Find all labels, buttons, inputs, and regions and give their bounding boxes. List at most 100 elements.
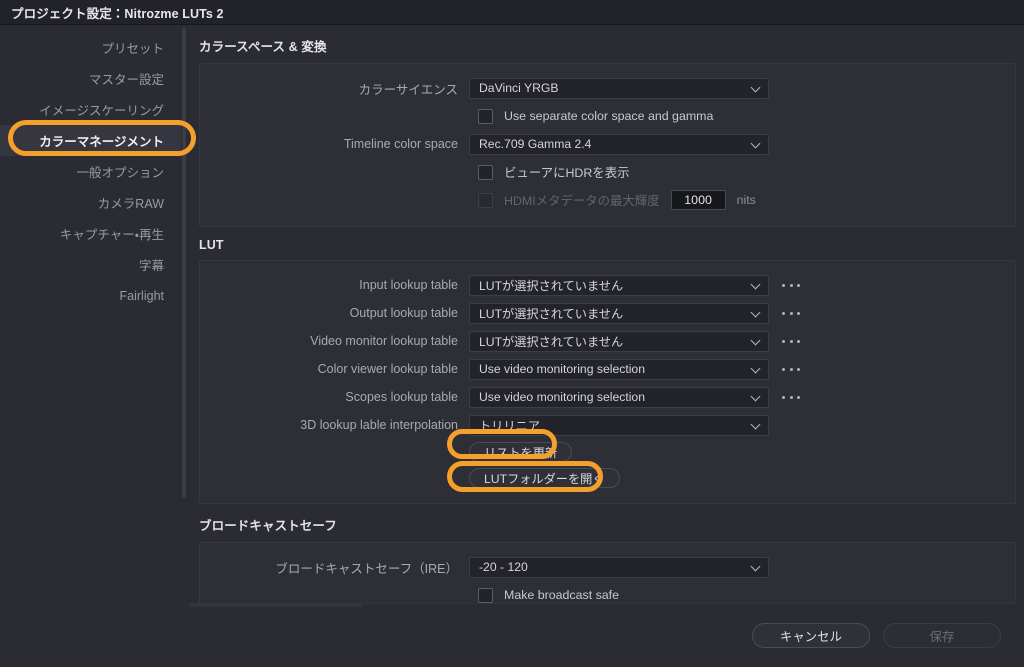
input-lut-select[interactable]: LUTが選択されていません	[469, 274, 769, 296]
chevron-down-icon	[752, 420, 761, 429]
video-monitor-lut-value: LUTが選択されていません	[479, 335, 624, 349]
chevron-down-icon	[752, 280, 761, 289]
chevron-down-icon	[752, 562, 761, 571]
project-settings-window: プロジェクト設定：Nitrozme LUTs 2 プリセット マスター設定 イメ…	[0, 0, 1024, 667]
hdr-viewer-checkbox[interactable]	[478, 164, 493, 180]
panel-broadcast-safe: ブロードキャストセーフ（IRE） -20 - 120 Make broadcas…	[199, 542, 1016, 604]
timeline-color-space-label: Timeline color space	[343, 137, 458, 151]
color-science-label: カラーサイエンス	[358, 82, 458, 97]
broadcast-safe-ire-value: -20 - 120	[479, 560, 528, 574]
scopes-lut-label: Scopes lookup table	[345, 390, 458, 404]
hdmi-max-luminance-input[interactable]: 1000	[670, 190, 726, 210]
output-lut-value: LUTが選択されていません	[479, 307, 624, 321]
sidebar-item-subtitles[interactable]: 字幕	[0, 249, 181, 280]
timeline-color-space-select[interactable]: Rec.709 Gamma 2.4	[469, 133, 769, 155]
scopes-lut-value: Use video monitoring selection	[479, 390, 645, 404]
separate-color-space-label: Use separate color space and gamma	[504, 109, 714, 123]
chevron-down-icon	[752, 308, 761, 317]
timeline-color-space-value: Rec.709 Gamma 2.4	[479, 137, 592, 151]
scopes-lut-select[interactable]: Use video monitoring selection	[469, 386, 769, 408]
panel-colorspace: カラーサイエンス DaVinci YRGB Use separate color…	[199, 63, 1016, 227]
make-broadcast-safe-label: Make broadcast safe	[504, 588, 620, 602]
sidebar-item-fairlight[interactable]: Fairlight	[0, 280, 181, 311]
refresh-list-button[interactable]: リストを更新	[469, 442, 573, 462]
input-lut-value: LUTが選択されていません	[479, 279, 624, 293]
cancel-button[interactable]: キャンセル	[752, 623, 870, 648]
settings-sidebar: プリセット マスター設定 イメージスケーリング カラーマネージメント 一般オプシ…	[0, 25, 181, 667]
color-viewer-lut-select[interactable]: Use video monitoring selection	[469, 358, 769, 380]
color-viewer-lut-value: Use video monitoring selection	[479, 362, 645, 376]
chevron-down-icon	[752, 336, 761, 345]
make-broadcast-safe-checkbox[interactable]	[478, 587, 493, 603]
chevron-down-icon	[752, 83, 761, 92]
row-scopes-lut: Scopes lookup table Use video monitoring…	[200, 383, 1015, 411]
row-refresh-list: リストを更新	[200, 439, 1015, 465]
save-button: 保存	[883, 623, 1001, 648]
hdr-viewer-label: ビューアにHDRを表示	[504, 166, 630, 180]
sidebar-item-preset[interactable]: プリセット	[0, 32, 181, 63]
sidebar-item-label: カラーマネージメント	[39, 135, 164, 149]
section-colorspace: カラースペース & 変換 カラーサイエンス DaVinci YRGB Use s…	[181, 25, 1024, 227]
output-lut-label: Output lookup table	[349, 306, 458, 320]
video-monitor-lut-select[interactable]: LUTが選択されていません	[469, 330, 769, 352]
sidebar-item-camera-raw[interactable]: カメラRAW	[0, 187, 181, 218]
row-make-broadcast-safe: Make broadcast safe	[200, 581, 1015, 604]
sidebar-item-label: プリセット	[101, 42, 164, 56]
open-lut-folder-button[interactable]: LUTフォルダーを開く	[469, 468, 620, 488]
row-video-monitor-lut: Video monitor lookup table LUTが選択されていません	[200, 327, 1015, 355]
chevron-down-icon	[752, 392, 761, 401]
section-title-broadcast-safe: ブロードキャストセーフ	[199, 519, 337, 533]
color-science-value: DaVinci YRGB	[479, 81, 559, 95]
output-lut-browse-icon[interactable]	[780, 304, 802, 322]
output-lut-select[interactable]: LUTが選択されていません	[469, 302, 769, 324]
color-science-select[interactable]: DaVinci YRGB	[469, 77, 769, 99]
separate-color-space-checkbox[interactable]	[478, 108, 493, 124]
broadcast-safe-ire-select[interactable]: -20 - 120	[469, 556, 769, 578]
sidebar-item-color-management[interactable]: カラーマネージメント	[0, 125, 181, 156]
sidebar-item-general-options[interactable]: 一般オプション	[0, 156, 181, 187]
sidebar-item-master-settings[interactable]: マスター設定	[0, 63, 181, 94]
input-lut-browse-icon[interactable]	[780, 276, 802, 294]
chevron-down-icon	[752, 364, 761, 373]
row-separate-color-space: Use separate color space and gamma	[200, 102, 1015, 130]
broadcast-safe-ire-label: ブロードキャストセーフ（IRE）	[275, 561, 458, 576]
section-lut: LUT Input lookup table LUTが選択されていません Out…	[181, 227, 1024, 504]
color-viewer-lut-browse-icon[interactable]	[780, 360, 802, 378]
color-viewer-lut-label: Color viewer lookup table	[317, 362, 458, 376]
lut-interpolation-select[interactable]: トリリニア	[469, 414, 769, 436]
scopes-lut-browse-icon[interactable]	[780, 388, 802, 406]
sidebar-item-label: カメラRAW	[97, 197, 164, 211]
video-monitor-lut-browse-icon[interactable]	[780, 332, 802, 350]
section-title-lut: LUT	[199, 238, 224, 252]
row-hdmi-max-luminance: HDMIメタデータの最大輝度 1000 nits	[200, 186, 1015, 214]
window-titlebar: プロジェクト設定：Nitrozme LUTs 2	[0, 0, 1024, 25]
row-broadcast-safe-ire: ブロードキャストセーフ（IRE） -20 - 120	[200, 553, 1015, 581]
video-monitor-lut-label: Video monitor lookup table	[310, 334, 458, 348]
row-timeline-color-space: Timeline color space Rec.709 Gamma 2.4	[200, 130, 1015, 158]
hdmi-unit-label: nits	[736, 193, 756, 207]
dialog-body: プリセット マスター設定 イメージスケーリング カラーマネージメント 一般オプシ…	[0, 25, 1024, 667]
row-output-lut: Output lookup table LUTが選択されていません	[200, 299, 1015, 327]
row-3d-lut-interpolation: 3D lookup lable interpolation トリリニア	[200, 411, 1015, 439]
row-input-lut: Input lookup table LUTが選択されていません	[200, 271, 1015, 299]
row-open-lut-folder: LUTフォルダーを開く	[200, 465, 1015, 491]
section-title-colorspace: カラースペース & 変換	[199, 40, 327, 54]
row-color-viewer-lut: Color viewer lookup table Use video moni…	[200, 355, 1015, 383]
sidebar-item-label: 字幕	[138, 259, 164, 273]
sidebar-item-label: キャプチャー・再生	[59, 228, 164, 242]
sidebar-item-label: マスター設定	[88, 73, 164, 87]
sidebar-item-image-scaling[interactable]: イメージスケーリング	[0, 94, 181, 125]
hdmi-metadata-checkbox	[478, 192, 493, 208]
hdmi-metadata-label: HDMIメタデータの最大輝度	[504, 194, 660, 208]
sidebar-item-capture-playback[interactable]: キャプチャー・再生	[0, 218, 181, 249]
input-lut-label: Input lookup table	[359, 278, 458, 292]
sidebar-item-label: Fairlight	[119, 288, 164, 303]
row-hdr-viewer: ビューアにHDRを表示	[200, 158, 1015, 186]
section-broadcast-safe: ブロードキャストセーフ ブロードキャストセーフ（IRE） -20 - 120 M…	[181, 504, 1024, 604]
lut-interpolation-value: トリリニア	[479, 419, 540, 433]
vertical-scrollbar[interactable]	[182, 28, 186, 498]
panel-lut: Input lookup table LUTが選択されていません Output …	[199, 260, 1016, 504]
settings-content: カラースペース & 変換 カラーサイエンス DaVinci YRGB Use s…	[181, 25, 1024, 667]
row-color-science: カラーサイエンス DaVinci YRGB	[200, 74, 1015, 102]
settings-scroll-area: カラースペース & 変換 カラーサイエンス DaVinci YRGB Use s…	[181, 25, 1024, 604]
